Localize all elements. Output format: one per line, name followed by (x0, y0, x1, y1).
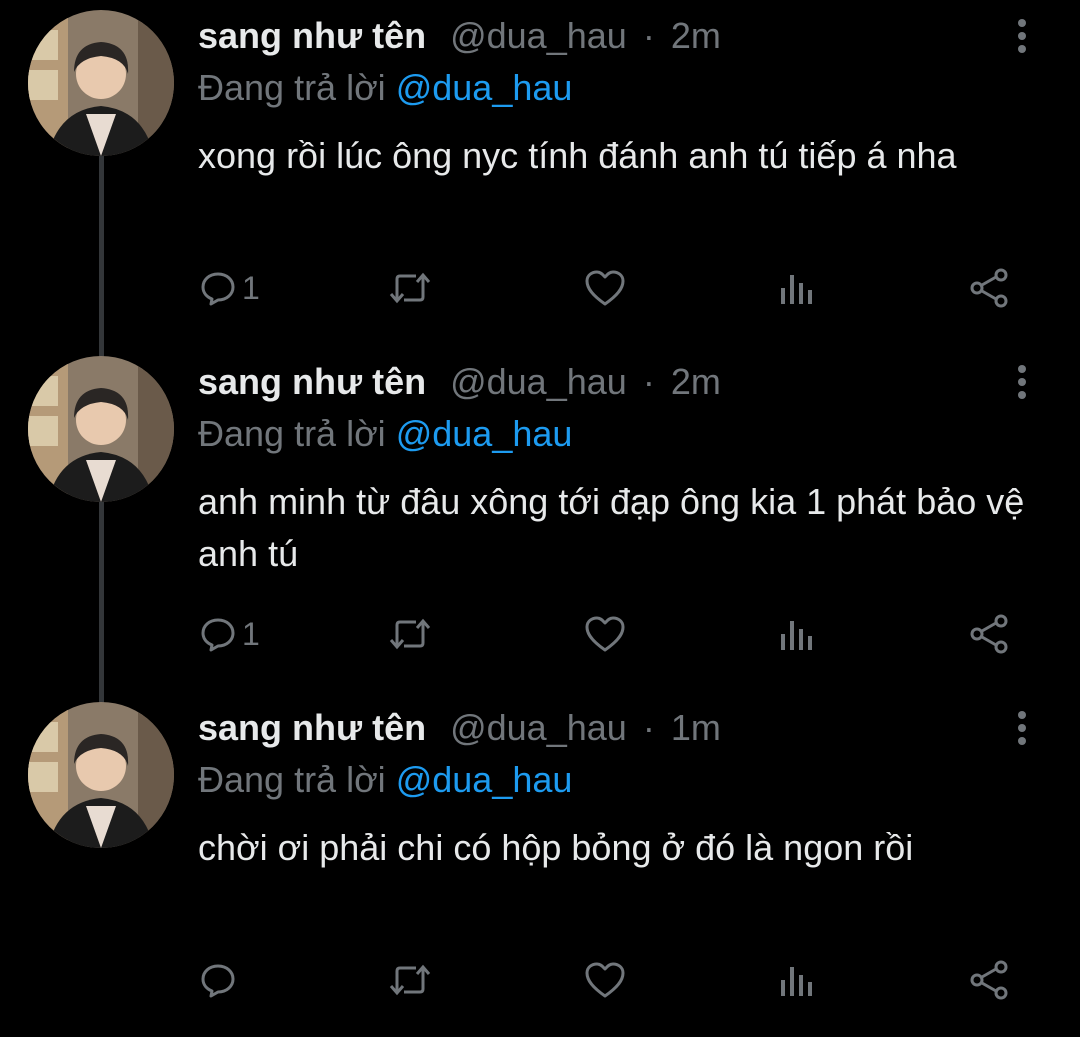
avatar[interactable] (28, 356, 174, 502)
bar-chart-icon (778, 962, 814, 998)
reply-count: 1 (242, 269, 260, 306)
separator-dot: · (642, 707, 655, 748)
avatar[interactable] (28, 702, 174, 848)
share-icon (968, 613, 1010, 655)
reply-button[interactable] (200, 958, 242, 1002)
reply-bubble-icon (200, 270, 236, 306)
retweet-icon (388, 616, 432, 652)
handle[interactable]: @dua_hau (450, 361, 627, 402)
reply-count: 1 (242, 615, 260, 652)
replying-mention[interactable]: @dua_hau (396, 413, 573, 454)
more-vertical-icon[interactable] (1002, 14, 1042, 58)
separator-dot: · (642, 15, 655, 56)
bar-chart-icon (778, 616, 814, 652)
bar-chart-icon (778, 270, 814, 306)
timestamp[interactable]: 2m (671, 361, 721, 402)
replying-to: Đang trả lời @dua_hau (198, 412, 572, 456)
timestamp[interactable]: 1m (671, 707, 721, 748)
tweet-text: xong rồi lúc ông nyc tính đánh anh tú ti… (198, 135, 957, 176)
display-name[interactable]: sang như tên (198, 707, 426, 748)
reply-bubble-icon (200, 962, 236, 998)
heart-icon (584, 961, 626, 999)
tweet-actions: 1 (198, 266, 1018, 310)
views-button[interactable] (778, 266, 820, 310)
replying-prefix: Đang trả lời (198, 413, 386, 454)
tweet-actions: 1 (198, 612, 1018, 656)
heart-icon (584, 269, 626, 307)
tweet-header: sang như tên @dua_hau · 1m (198, 706, 721, 750)
share-button[interactable] (968, 958, 1010, 1002)
retweet-icon (388, 962, 432, 998)
tweet-header: sang như tên @dua_hau · 2m (198, 14, 721, 58)
tweet-text: anh minh từ đâu xông tới đạp ông kia 1 p… (198, 481, 1025, 574)
like-button[interactable] (584, 266, 632, 310)
replying-prefix: Đang trả lời (198, 759, 386, 800)
like-button[interactable] (584, 612, 632, 656)
share-icon (968, 267, 1010, 309)
separator-dot: · (642, 361, 655, 402)
replying-to: Đang trả lời @dua_hau (198, 66, 572, 110)
timestamp[interactable]: 2m (671, 15, 721, 56)
handle[interactable]: @dua_hau (450, 15, 627, 56)
views-button[interactable] (778, 612, 820, 656)
retweet-button[interactable] (388, 958, 438, 1002)
tweet[interactable]: sang như tên @dua_hau · 2m Đang trả lời … (0, 346, 1080, 691)
retweet-button[interactable] (388, 612, 438, 656)
tweet-header: sang như tên @dua_hau · 2m (198, 360, 721, 404)
retweet-button[interactable] (388, 266, 438, 310)
reply-bubble-icon (200, 616, 236, 652)
replying-mention[interactable]: @dua_hau (396, 759, 573, 800)
like-button[interactable] (584, 958, 632, 1002)
views-button[interactable] (778, 958, 820, 1002)
replying-to: Đang trả lời @dua_hau (198, 758, 572, 802)
share-button[interactable] (968, 612, 1010, 656)
tweet[interactable]: sang như tên @dua_hau · 1m Đang trả lời … (0, 692, 1080, 1037)
tweet-text: chời ơi phải chi có hộp bỏng ở đó là ngo… (198, 827, 914, 868)
replying-prefix: Đang trả lời (198, 67, 386, 108)
tweet-actions (198, 958, 1018, 1002)
share-button[interactable] (968, 266, 1010, 310)
heart-icon (584, 615, 626, 653)
replying-mention[interactable]: @dua_hau (396, 67, 573, 108)
display-name[interactable]: sang như tên (198, 361, 426, 402)
retweet-icon (388, 270, 432, 306)
more-vertical-icon[interactable] (1002, 706, 1042, 750)
avatar[interactable] (28, 10, 174, 156)
display-name[interactable]: sang như tên (198, 15, 426, 56)
reply-button[interactable]: 1 (200, 612, 260, 656)
tweet[interactable]: sang như tên @dua_hau · 2m Đang trả lời … (0, 0, 1080, 345)
more-vertical-icon[interactable] (1002, 360, 1042, 404)
handle[interactable]: @dua_hau (450, 707, 627, 748)
share-icon (968, 959, 1010, 1001)
reply-button[interactable]: 1 (200, 266, 260, 310)
